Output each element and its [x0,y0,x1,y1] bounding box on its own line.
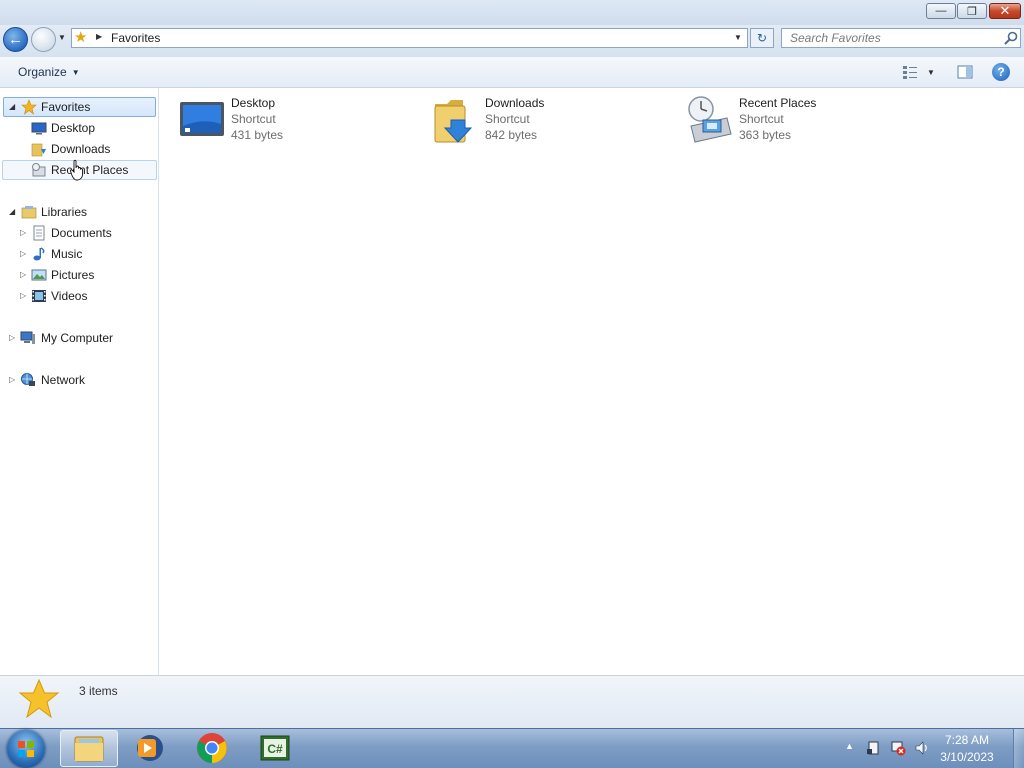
expand-computer-icon[interactable]: ▷ [9,333,15,342]
search-placeholder: Search Favorites [790,31,881,45]
file-type: Shortcut [231,112,276,126]
minimize-button[interactable]: — [926,3,956,19]
breadcrumb-favorites[interactable]: Favorites [111,31,160,45]
recent-places-shortcut-icon [688,96,732,143]
details-pane [0,675,1024,728]
action-center-icon[interactable] [866,740,882,756]
restore-icon: ❐ [967,5,977,18]
music-icon [33,247,45,261]
documents-icon [33,225,45,241]
sidebar-label-documents: Documents [51,226,112,240]
maximize-button[interactable]: ❐ [957,3,987,19]
taskbar-google-chrome[interactable] [195,731,229,765]
file-list[interactable] [159,88,1024,675]
organize-button[interactable]: Organize ▼ [12,62,86,82]
folder-icon [74,736,104,762]
favorites-star-icon [18,678,60,719]
hand-cursor-icon [70,159,83,181]
help-icon[interactable]: ? [992,63,1010,81]
forward-arrow-icon: → [36,31,51,48]
volume-icon[interactable] [914,740,930,756]
pictures-icon [31,269,47,281]
sidebar-label-downloads: Downloads [51,142,111,156]
desktop-shortcut-icon [180,102,224,136]
recent-places-icon [32,163,46,177]
favorites-star-icon: ★ [74,29,88,46]
organize-label: Organize [18,65,67,79]
libraries-icon [21,206,37,219]
expand-videos-icon[interactable]: ▷ [20,291,26,300]
network-disconnected-icon[interactable] [890,740,906,756]
close-icon: ✕ [999,3,1011,18]
minimize-icon: — [935,5,947,17]
taskbar-csharp-ide[interactable]: C# [258,731,292,765]
sidebar-label-network: Network [41,373,86,387]
sidebar-label-pictures: Pictures [51,268,95,282]
start-button[interactable] [7,730,45,768]
show-desktop-button[interactable] [1013,729,1024,768]
back-arrow-icon: ← [8,31,23,48]
close-button[interactable]: ✕ [989,3,1021,19]
svg-text:C#: C# [267,742,283,756]
file-size: 842 bytes [485,128,538,142]
sidebar-label-desktop: Desktop [51,121,96,135]
show-hidden-icons-button[interactable]: ▲ [845,741,854,751]
refresh-button[interactable]: ↻ [750,28,774,48]
file-size: 363 bytes [739,128,792,142]
file-item-downloads[interactable]: Downloads Shortcut 842 bytes [433,96,663,146]
sidebar-label-recent-places: Recent Places [51,163,129,177]
file-item-desktop[interactable]: Desktop Shortcut 431 bytes [179,96,409,146]
sidebar-label-videos: Videos [51,289,88,303]
sidebar-label-my-computer: My Computer [41,331,114,345]
expand-documents-icon[interactable]: ▷ [20,228,26,237]
recent-pages-dropdown-icon[interactable]: ▼ [58,33,66,42]
command-bar [0,57,1024,88]
item-count: 3 items [79,684,118,698]
refresh-icon: ↻ [756,31,768,45]
taskbar-media-player[interactable] [133,731,167,765]
title-bar[interactable] [0,0,1024,25]
file-name: Desktop [231,96,276,110]
address-bar[interactable] [71,28,748,48]
network-icon [21,373,35,386]
file-name: Recent Places [739,96,817,110]
change-view-icon[interactable] [902,64,918,80]
clock-time[interactable]: 7:28 AM [937,733,997,747]
sidebar-label-favorites: Favorites [41,100,91,114]
desktop-icon [31,122,47,135]
views-dropdown-icon[interactable]: ▼ [927,68,935,77]
search-icon[interactable] [1003,30,1019,46]
file-type: Shortcut [485,112,530,126]
sidebar-label-music: Music [51,247,83,261]
videos-icon [32,290,46,302]
expand-pictures-icon[interactable]: ▷ [20,270,26,279]
clock-date[interactable]: 3/10/2023 [937,750,997,764]
file-size: 431 bytes [231,128,284,142]
file-name: Downloads [485,96,545,110]
windows-logo-icon [18,741,34,757]
sidebar-label-libraries: Libraries [41,205,88,219]
address-dropdown-icon[interactable]: ▼ [734,33,742,42]
downloads-shortcut-icon [434,100,473,143]
downloads-folder-icon [31,143,46,157]
chevron-down-icon: ▼ [71,67,80,77]
file-type: Shortcut [739,112,784,126]
expand-music-icon[interactable]: ▷ [20,249,26,258]
collapse-favorites-icon[interactable]: ◢ [9,102,15,111]
taskbar-windows-explorer[interactable] [60,730,118,767]
expand-network-icon[interactable]: ▷ [9,375,15,384]
breadcrumb-separator-icon[interactable]: ▶ [96,32,102,41]
computer-icon [20,331,35,344]
favorites-star-icon [21,99,37,115]
file-item-recent-places[interactable]: Recent Places Shortcut 363 bytes [687,96,917,146]
preview-pane-icon[interactable] [957,64,973,80]
collapse-libraries-icon[interactable]: ◢ [9,207,15,216]
